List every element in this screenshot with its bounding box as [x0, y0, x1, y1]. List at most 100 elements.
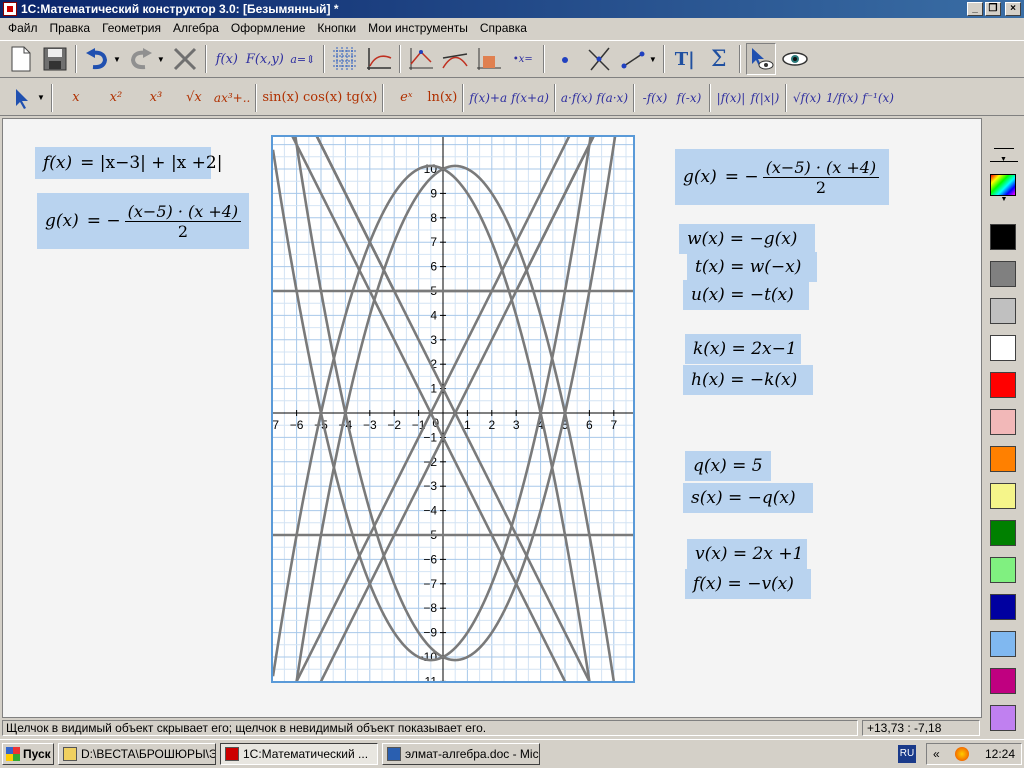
coordinates-button[interactable]: •x=	[508, 43, 538, 75]
parameter-button[interactable]: a=⇕	[288, 43, 318, 75]
fn-tg-button[interactable]: tg(x)	[346, 82, 377, 114]
fn-x2-button[interactable]: x²	[98, 82, 134, 114]
menu-help[interactable]: Справка	[474, 21, 533, 35]
fn-exp-button[interactable]: eˣ	[389, 82, 423, 114]
fn-x-button[interactable]: x	[58, 82, 94, 114]
grid-button[interactable]	[330, 43, 360, 75]
function-fx-button[interactable]: f(x)	[212, 43, 242, 75]
color-swatch[interactable]	[990, 409, 1016, 435]
y-tick-label: −11	[418, 674, 438, 681]
separator	[322, 45, 325, 73]
color-swatch[interactable]	[990, 446, 1016, 472]
point-button[interactable]	[550, 43, 580, 75]
point-on-graph-button[interactable]	[406, 43, 436, 75]
inverse-function-button[interactable]: f⁻¹(x)	[862, 82, 894, 114]
undo-button[interactable]	[82, 43, 112, 75]
restore-button[interactable]: ❐	[985, 2, 1001, 16]
new-document-button[interactable]	[6, 43, 36, 75]
select-tool-button[interactable]	[6, 82, 36, 114]
reflect-y-axis-button[interactable]: f(-x)	[674, 82, 704, 114]
current-color-selector[interactable]: ▼	[990, 174, 1018, 204]
formula-g-right-box[interactable]: g(x) = − (x−5) · (x +4) 2	[675, 149, 889, 205]
function-fxy-button[interactable]: F(x,y)	[246, 43, 284, 75]
show-hide-select-button[interactable]	[745, 43, 776, 75]
text-button[interactable]: T|	[670, 43, 700, 75]
color-swatch[interactable]	[990, 372, 1016, 398]
formula-button[interactable]: Σ	[704, 43, 734, 75]
segment-dropdown-icon[interactable]: ▼	[649, 55, 657, 64]
color-swatch[interactable]	[990, 668, 1016, 694]
area-button[interactable]	[474, 43, 504, 75]
fn-sqrt-button[interactable]: √x	[178, 82, 210, 114]
stretch-vertical-button[interactable]: a·f(x)	[561, 82, 593, 114]
reciprocal-button[interactable]: 1/f(x)	[826, 82, 858, 114]
menu-edit[interactable]: Правка	[44, 21, 97, 35]
formula-w-box[interactable]: w(x) = −g(x)	[679, 224, 815, 254]
menu-format[interactable]: Оформление	[225, 21, 311, 35]
segment-button[interactable]	[618, 43, 648, 75]
formula-h-box[interactable]: h(x) = −k(x)	[683, 365, 813, 395]
formula-k-box[interactable]: k(x) = 2x−1	[685, 334, 801, 364]
graph-svg[interactable]: −7−6−5−4−3−2−1123456710987654321−1−2−3−4…	[265, 119, 633, 717]
color-swatch[interactable]	[990, 594, 1016, 620]
color-swatch[interactable]	[990, 483, 1016, 509]
abs-f-button[interactable]: |f(x)|	[716, 82, 746, 114]
fn-cos-button[interactable]: cos(x)	[303, 82, 342, 114]
show-hidden-button[interactable]	[780, 43, 810, 75]
save-button[interactable]	[40, 43, 70, 75]
formula-g-box[interactable]: g(x) = − (x−5) · (x +4) 2	[37, 193, 249, 249]
fn-polynomial-button[interactable]: ax³+..	[214, 82, 250, 114]
intersection-button[interactable]	[584, 43, 614, 75]
fn-x3-button[interactable]: x³	[138, 82, 174, 114]
color-swatch[interactable]	[990, 261, 1016, 287]
formula-q-box[interactable]: q(x) = 5	[685, 451, 771, 481]
drawing-canvas[interactable]: f(x) = |x−3| + |x +2| g(x) = − (x−5) · (…	[2, 118, 982, 718]
menu-file[interactable]: Файл	[2, 21, 44, 35]
color-swatch[interactable]	[990, 335, 1016, 361]
minimize-button[interactable]: _	[967, 2, 983, 16]
sqrt-f-button[interactable]: √f(x)	[792, 82, 822, 114]
formula-s-box[interactable]: s(x) = −q(x)	[683, 483, 813, 513]
menu-buttons[interactable]: Кнопки	[311, 21, 362, 35]
task-folder[interactable]: D:\ВЕСТА\БРОШЮРЫ\Э...	[58, 743, 216, 765]
f-abs-x-button[interactable]: f(|x|)	[750, 82, 780, 114]
tray-expand-icon[interactable]: «	[933, 747, 940, 761]
color-swatch[interactable]	[990, 631, 1016, 657]
formula-u-box[interactable]: u(x) = −t(x)	[683, 280, 809, 310]
formula-f-right-box[interactable]: f(x) = −v(x)	[685, 569, 811, 599]
undo-dropdown-icon[interactable]: ▼	[113, 55, 121, 64]
delete-button[interactable]	[170, 43, 200, 75]
color-swatch[interactable]	[990, 520, 1016, 546]
select-dropdown-icon[interactable]: ▼	[37, 93, 45, 102]
formula-t-box[interactable]: t(x) = w(−x)	[687, 252, 817, 282]
redo-button[interactable]	[126, 43, 156, 75]
color-swatch[interactable]	[990, 557, 1016, 583]
line-width-selector[interactable]: ▼	[990, 132, 1018, 163]
menu-algebra[interactable]: Алгебра	[167, 21, 225, 35]
start-button[interactable]: Пуск	[2, 743, 54, 765]
menu-my-tools[interactable]: Мои инструменты	[362, 21, 474, 35]
fn-sin-button[interactable]: sin(x)	[262, 82, 299, 114]
redo-dropdown-icon[interactable]: ▼	[157, 55, 165, 64]
close-button[interactable]: ×	[1005, 2, 1021, 16]
formula-f-box[interactable]: f(x) = |x−3| + |x +2|	[35, 147, 222, 179]
formula-v-box[interactable]: v(x) = 2x +1	[687, 539, 807, 569]
app-icon[interactable]	[3, 2, 17, 16]
task-word[interactable]: элмат-алгебра.doc - Mic...	[382, 743, 540, 765]
menu-geometry[interactable]: Геометрия	[96, 21, 167, 35]
task-math-constructor[interactable]: 1С:Математический ...	[220, 743, 378, 765]
graph-panel[interactable]: −7−6−5−4−3−2−1123456710987654321−1−2−3−4…	[265, 119, 635, 717]
stretch-horizontal-button[interactable]: f(a·x)	[596, 82, 628, 114]
axes-button[interactable]	[364, 43, 394, 75]
language-indicator[interactable]: RU	[898, 745, 916, 763]
x-tick-label: 7	[610, 418, 617, 432]
color-swatch[interactable]	[990, 224, 1016, 250]
fn-ln-button[interactable]: ln(x)	[427, 82, 457, 114]
shift-left-button[interactable]: f(x+a)	[511, 82, 549, 114]
tangent-button[interactable]	[440, 43, 470, 75]
undo-icon	[86, 48, 108, 70]
color-swatch[interactable]	[990, 298, 1016, 324]
reflect-x-axis-button[interactable]: -f(x)	[640, 82, 670, 114]
shift-up-button[interactable]: f(x)+a	[469, 82, 507, 114]
tray-app-icon[interactable]	[955, 747, 970, 761]
